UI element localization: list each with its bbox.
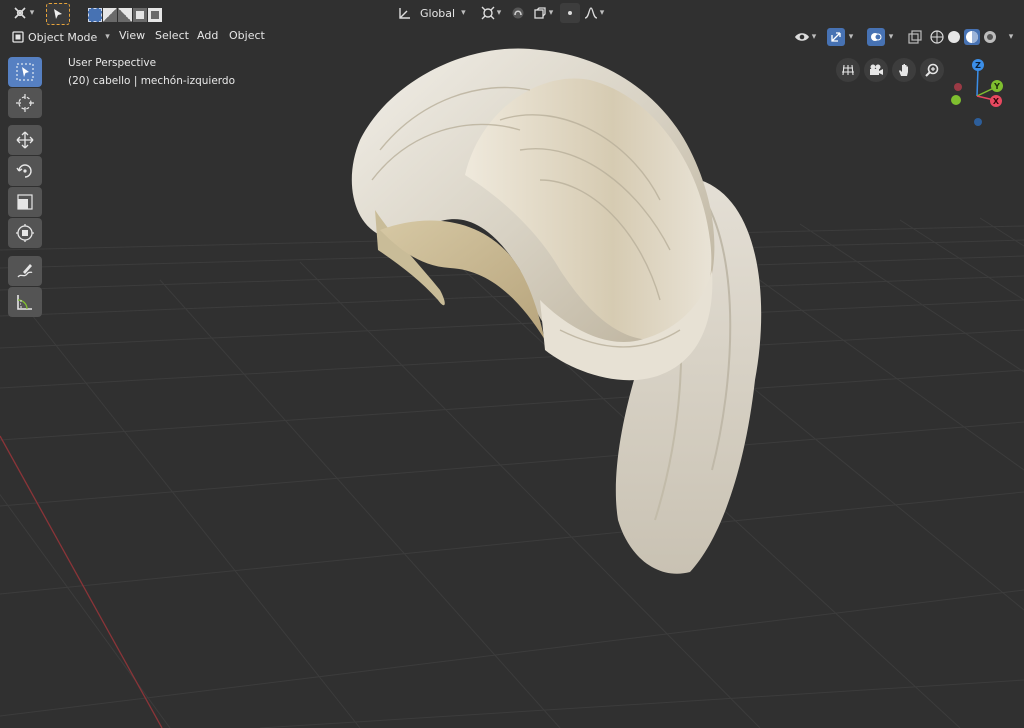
menu-object[interactable]: Object	[229, 29, 265, 42]
view-name-label: User Perspective	[68, 57, 157, 69]
tool-measure[interactable]	[8, 287, 42, 317]
snap-icon[interactable]	[508, 3, 528, 23]
tool-cursor[interactable]	[8, 88, 42, 118]
shading-icons[interactable]	[928, 27, 998, 47]
tool-scale[interactable]	[8, 187, 42, 217]
rendered-shading-icon	[983, 31, 996, 43]
gizmo-icon	[831, 32, 841, 42]
transform-icon	[16, 224, 34, 242]
solid-shading-icon	[947, 31, 960, 43]
orientation-dropdown[interactable]: Global ▾	[398, 3, 470, 23]
scale-icon	[17, 194, 33, 210]
falloff-icon[interactable]: ▾	[580, 3, 608, 23]
select-box-icon[interactable]	[46, 3, 70, 25]
z-axis-label: Z	[975, 61, 981, 70]
camera-icon	[870, 64, 883, 75]
tool-rotate[interactable]	[8, 156, 42, 186]
rotate-icon	[16, 164, 32, 178]
visibility-icon[interactable]: ▾	[790, 27, 820, 47]
x-axis-label: X	[993, 97, 1000, 106]
shading-options-dropdown[interactable]: ▾	[1002, 27, 1018, 47]
mode-label: Object Mode	[28, 30, 98, 44]
tool-transform[interactable]	[8, 218, 42, 248]
3d-viewport[interactable]: ▾ Global ▾ ▾ ▾ ▾ Object Mode ▾ View Sele…	[0, 0, 1024, 728]
menu-view[interactable]: View	[119, 29, 145, 42]
gizmo-toggle[interactable]: ▾	[822, 27, 858, 47]
overlay-icon	[870, 33, 882, 41]
grid-icon	[842, 64, 854, 76]
xray-icon[interactable]	[905, 27, 925, 47]
object-mode-icon	[12, 31, 24, 43]
orientation-icon	[399, 8, 410, 19]
neg-y-axis-ball[interactable]	[951, 95, 961, 105]
select-mode-icons[interactable]	[82, 5, 168, 25]
hair-mesh	[351, 48, 762, 574]
zoom-icon	[925, 63, 939, 77]
neg-x-axis-ball[interactable]	[954, 83, 962, 91]
material-shading-icon	[965, 31, 978, 43]
move-icon	[16, 131, 34, 149]
x-axis-line	[0, 435, 163, 728]
wireframe-shading-icon	[929, 30, 944, 44]
hand-icon	[899, 64, 908, 76]
y-axis-label: Y	[993, 82, 1000, 91]
object-mode-dropdown[interactable]: Object Mode ▾	[8, 28, 116, 46]
cursor-select-icon	[16, 63, 34, 81]
menu-add[interactable]: Add	[197, 29, 218, 42]
camera-view-button[interactable]	[864, 58, 888, 82]
object-info-label: (20) cabello | mechón-izquierdo	[68, 75, 236, 87]
proportional-editing-icon[interactable]	[560, 3, 580, 23]
tool-annotate[interactable]	[8, 256, 42, 286]
measure-icon	[17, 295, 32, 310]
toggle-ortho-button[interactable]	[836, 58, 860, 82]
navigation-gizmo[interactable]: Z Y X	[944, 56, 1008, 128]
3d-cursor-icon	[16, 94, 34, 112]
orientation-label: Global	[420, 6, 456, 20]
zoom-view-button[interactable]	[920, 58, 944, 82]
menu-select[interactable]: Select	[155, 29, 189, 42]
tool-move[interactable]	[8, 125, 42, 155]
transform-pivot-icon[interactable]: ▾	[8, 3, 38, 23]
annotate-icon	[17, 264, 33, 278]
viewport-scene	[0, 48, 1024, 728]
overlay-toggle[interactable]: ▾	[862, 27, 898, 47]
tool-select-box[interactable]	[8, 57, 42, 87]
pivot-point-icon[interactable]: ▾	[478, 3, 504, 23]
pan-view-button[interactable]	[892, 58, 916, 82]
snap-target-icon[interactable]: ▾	[530, 3, 556, 23]
neg-z-axis-ball[interactable]	[974, 118, 982, 126]
